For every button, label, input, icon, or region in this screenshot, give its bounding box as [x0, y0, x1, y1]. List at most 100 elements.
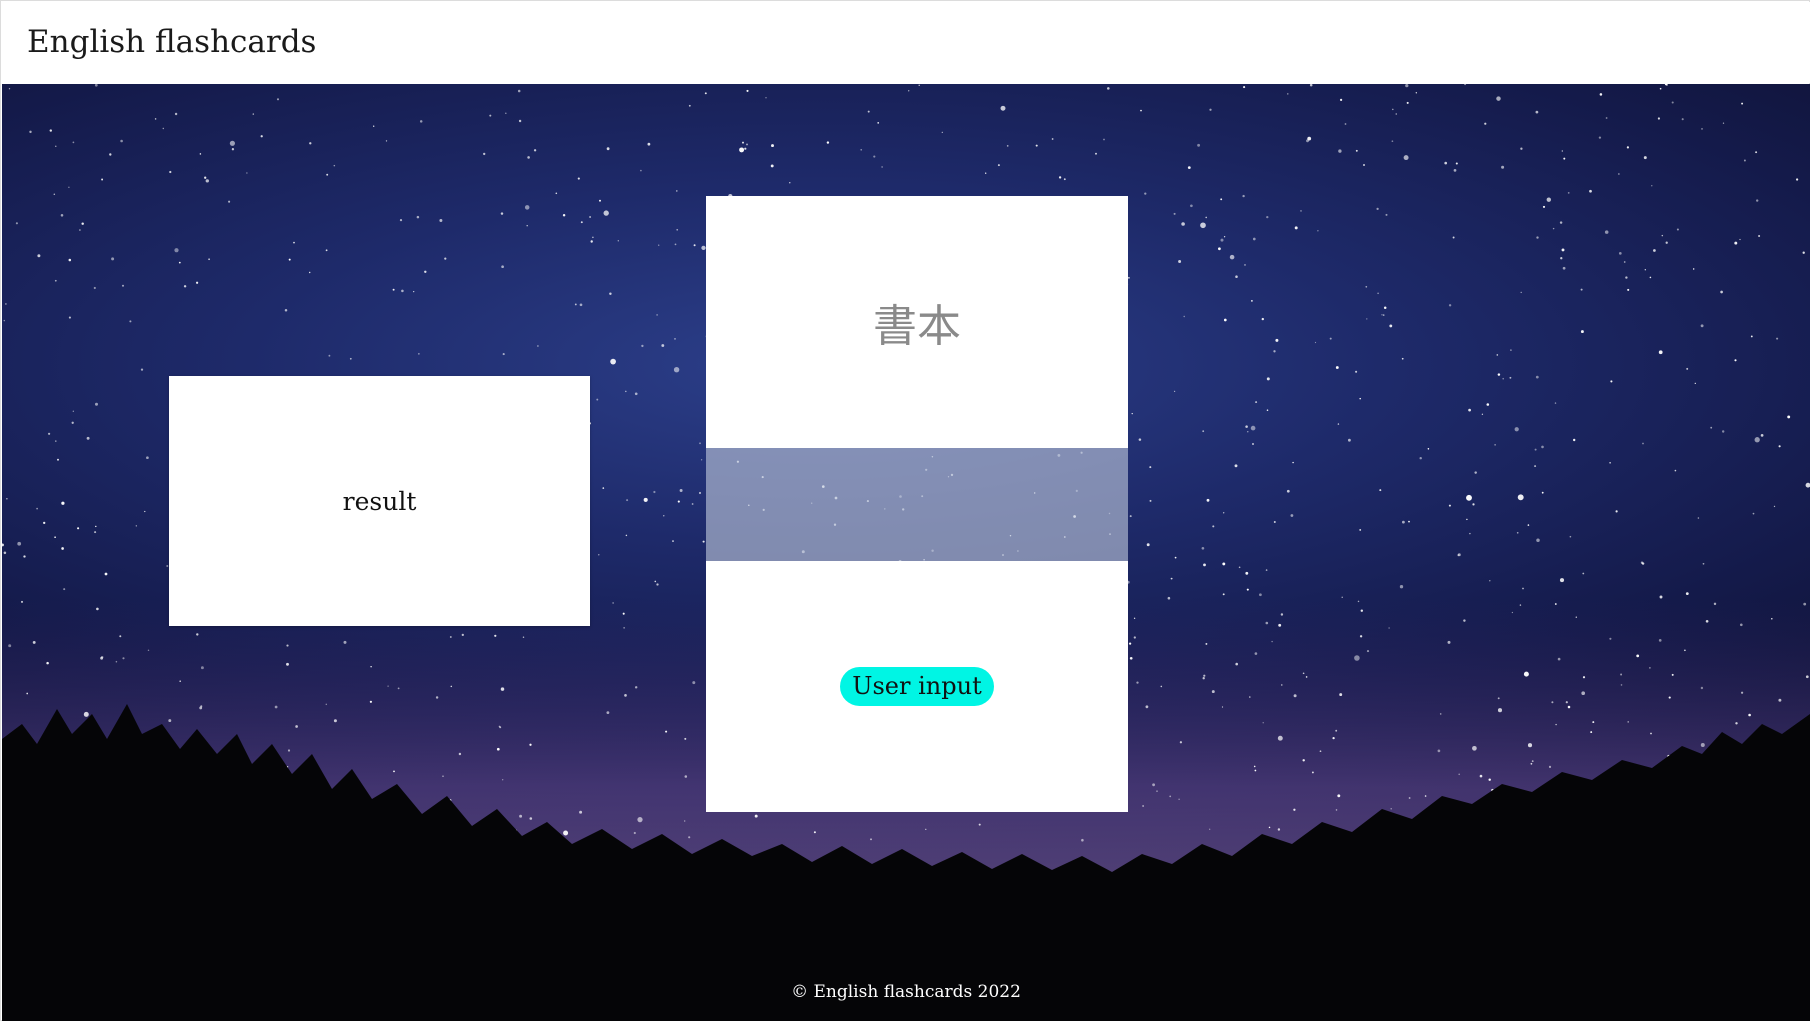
- star: [1447, 640, 1451, 644]
- star: [1494, 444, 1496, 446]
- star: [1389, 324, 1393, 328]
- star: [1755, 151, 1758, 154]
- star: [1580, 330, 1584, 334]
- star: [121, 284, 125, 287]
- star: [562, 213, 566, 217]
- star: [1520, 291, 1522, 294]
- star: [1580, 288, 1583, 291]
- star: [1266, 215, 1269, 219]
- star: [8, 88, 11, 90]
- star: [533, 149, 537, 152]
- star: [1734, 241, 1738, 245]
- star: [1705, 619, 1709, 623]
- star: [1559, 221, 1563, 224]
- star: [1245, 425, 1248, 428]
- star: [1427, 448, 1430, 450]
- star: [1209, 828, 1211, 830]
- star: [1281, 684, 1283, 686]
- star: [1293, 694, 1297, 698]
- star: [1142, 805, 1144, 807]
- star: [765, 97, 767, 99]
- star: [1247, 431, 1249, 433]
- star: [517, 89, 521, 93]
- star: [641, 344, 644, 348]
- star: [1674, 469, 1677, 472]
- star: [1261, 317, 1264, 321]
- star: [23, 555, 26, 558]
- star: [1167, 596, 1171, 600]
- star: [1379, 489, 1382, 492]
- star: [985, 172, 987, 174]
- star: [746, 143, 748, 146]
- star: [771, 144, 774, 148]
- star: [1390, 808, 1392, 810]
- star: [1335, 366, 1339, 369]
- star: [1534, 448, 1537, 451]
- star: [1627, 721, 1629, 723]
- star: [326, 173, 329, 176]
- site-title[interactable]: English flashcards: [27, 24, 316, 60]
- star: [1253, 765, 1256, 768]
- star: [1589, 189, 1592, 193]
- star: [744, 147, 747, 150]
- star: [1700, 743, 1705, 747]
- star: [1469, 532, 1471, 535]
- star: [1203, 563, 1206, 567]
- star: [665, 730, 668, 733]
- star: [1363, 164, 1365, 166]
- star: [162, 127, 165, 130]
- star: [21, 600, 23, 603]
- user-input-button[interactable]: User input: [840, 667, 994, 706]
- star: [1419, 456, 1422, 460]
- star: [537, 345, 539, 347]
- star: [1355, 370, 1358, 373]
- site-header: English flashcards: [2, 2, 1810, 83]
- star: [1252, 237, 1256, 241]
- star: [1339, 98, 1343, 102]
- star: [1332, 736, 1335, 740]
- star: [1222, 562, 1226, 566]
- star: [1496, 354, 1499, 356]
- star: [1627, 288, 1630, 291]
- star: [1405, 84, 1409, 88]
- star: [1152, 783, 1156, 787]
- star: [32, 640, 36, 644]
- star: [154, 118, 157, 120]
- star: [1448, 304, 1452, 307]
- star: [1250, 425, 1256, 431]
- star: [1265, 621, 1269, 625]
- star: [208, 258, 210, 261]
- star: [119, 635, 122, 638]
- star: [1406, 101, 1409, 104]
- star: [1741, 102, 1744, 105]
- star: [146, 456, 149, 460]
- star: [1501, 165, 1505, 169]
- star: [1671, 673, 1674, 676]
- star: [1278, 623, 1282, 627]
- star: [1653, 249, 1656, 252]
- star: [598, 554, 600, 556]
- star: [1377, 292, 1379, 295]
- star: [1551, 701, 1554, 704]
- star: [200, 705, 203, 708]
- star: [1562, 266, 1566, 270]
- star: [617, 240, 619, 242]
- star: [29, 130, 32, 134]
- star: [501, 265, 504, 269]
- star: [72, 410, 74, 412]
- star: [1651, 185, 1653, 187]
- star: [1388, 627, 1390, 629]
- star: [1437, 749, 1441, 753]
- star: [54, 279, 57, 282]
- star: [1360, 609, 1364, 612]
- star: [385, 140, 388, 142]
- star: [691, 503, 694, 505]
- star: [1355, 149, 1358, 152]
- star: [1251, 300, 1253, 302]
- star: [169, 170, 172, 174]
- star: [997, 164, 1000, 167]
- star: [672, 540, 674, 543]
- star: [603, 210, 609, 216]
- star: [1205, 642, 1208, 645]
- star: [1778, 698, 1782, 702]
